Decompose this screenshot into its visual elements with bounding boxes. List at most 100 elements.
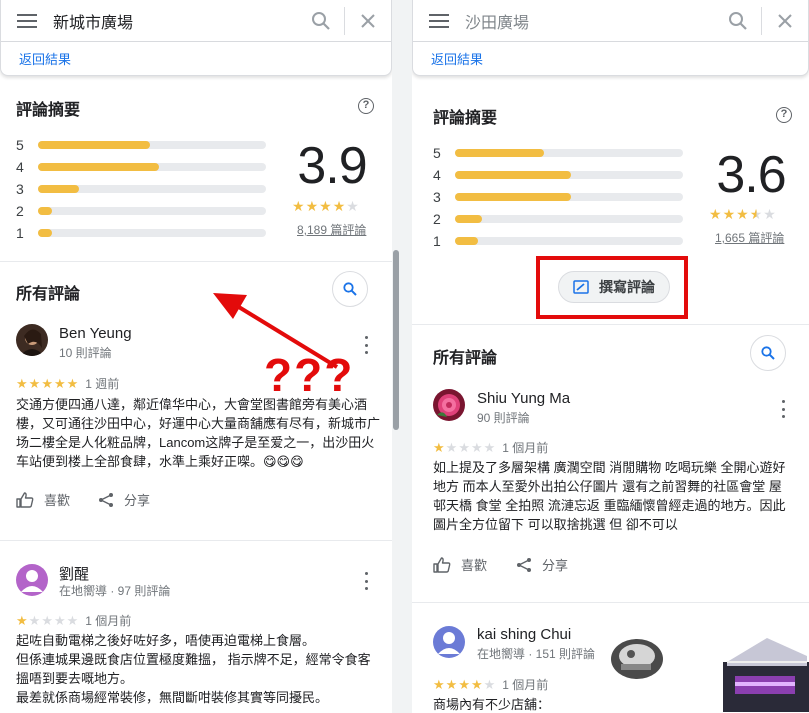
star-icon: ★ [736,206,750,222]
write-review-button[interactable]: 撰寫評論 [558,271,670,303]
help-icon[interactable]: ? [776,107,792,123]
edit-review-icon [573,280,589,294]
write-review-label: 撰寫評論 [599,279,655,295]
rating-bar-fill [38,207,52,215]
review-photo-thumbnail[interactable] [607,634,667,684]
back-bar: 返回結果 [0,42,392,76]
reviewer-name[interactable]: 劉醒 [59,563,89,584]
divider [412,602,809,603]
rating-bar-track [455,193,683,201]
avatar[interactable] [16,564,48,596]
review-date: 1 個月前 [502,678,549,692]
search-button[interactable] [298,0,344,42]
star-icon: ★ [458,677,471,692]
star-icon: ★ [66,613,80,628]
star-icon: ★ [470,440,484,455]
star-icon: ★ [709,206,723,222]
more-options-icon[interactable] [776,400,790,418]
average-rating-stars: ★★★★★ [709,206,777,223]
back-bar: 返回結果 [412,42,809,76]
search-button[interactable] [715,0,761,42]
avatar[interactable] [16,324,48,356]
rating-bar-fill [455,237,478,245]
rating-bar-track [38,141,266,149]
star-icon: ★ [458,440,471,455]
more-options-icon[interactable] [359,336,373,354]
menu-icon [429,13,449,28]
all-reviews-title: 所有評論 [16,286,81,303]
rating-bar-fill [38,229,52,237]
review-date: 1 個月前 [502,441,549,455]
thumbs-up-icon [433,556,451,573]
like-button[interactable]: 喜歡 [16,490,70,509]
help-icon[interactable]: ? [358,98,374,114]
star-icon: ★ [483,440,497,455]
rating-bar-track [455,215,683,223]
share-button[interactable]: 分享 [98,490,150,509]
star-icon: ★ [66,376,80,391]
menu-button[interactable] [1,0,53,42]
rating-bar-row: 3 [433,186,683,208]
share-button[interactable]: 分享 [516,555,568,574]
reviewer-name[interactable]: kai shing Chui [477,626,571,643]
rating-bar-row: 5 [16,134,266,156]
star-icon: ★ [433,677,446,692]
star-icon: ★ [53,376,67,391]
rating-histogram: 5 4 3 2 1 [16,134,276,244]
rating-bar-label: 3 [16,181,24,197]
star-icon: ★ [445,440,459,455]
avatar[interactable] [433,626,465,658]
share-label: 分享 [542,558,569,573]
reviewer-meta: 在地嚮導 · 97 則評論 [59,584,171,598]
rating-bar-track [38,229,266,237]
back-to-results-link[interactable]: 返回結果 [19,49,71,68]
rating-bar-row: 2 [16,200,266,222]
clear-search-button[interactable] [762,0,808,42]
review-count-link[interactable]: 8,189 篇評論 [297,221,366,238]
rating-bar-fill [38,185,79,193]
star-icon: ★ [722,206,737,222]
search-input[interactable] [53,11,298,30]
rating-bar-row: 1 [16,222,266,244]
clear-search-button[interactable] [345,0,391,42]
star-icon: ★ [763,206,777,222]
star-icon: ★ [53,613,67,628]
avatar[interactable] [433,389,465,421]
search-icon [761,346,775,360]
review-photo-thumbnail[interactable] [717,632,809,712]
star-icon: ★ [305,198,320,214]
share-icon [517,557,531,572]
review-text-line: 但係連城果邊既食店位置極度難搵， 指示牌不足，經常令食客搵唔到要去嘅地方。 [16,652,371,686]
average-rating: 3.6 [716,146,786,204]
more-options-icon[interactable] [359,572,373,590]
review-count-link[interactable]: 1,665 篇評論 [715,229,784,246]
rating-bar-row: 4 [16,156,266,178]
search-bar [0,0,392,42]
search-reviews-button[interactable] [750,335,786,371]
rating-bar-label: 5 [16,137,24,153]
rating-bar-track [38,185,266,193]
reviewer-name[interactable]: Shiu Yung Ma [477,390,570,407]
rating-bar-fill [38,141,150,149]
search-icon [729,11,747,30]
star-icon: ★ [16,613,29,628]
divider [0,261,392,262]
like-button[interactable]: 喜歡 [433,555,487,574]
reviewer-name[interactable]: Ben Yeung [59,325,132,342]
search-icon [312,11,330,30]
reviewer-meta: 在地嚮導 · 151 則評論 [477,647,596,661]
review-stars: ★★★★★ 1 個月前 [433,676,548,693]
average-rating: 3.9 [297,137,367,195]
star-icon: ★ [16,376,29,391]
rating-bar-label: 2 [16,203,24,219]
share-icon [99,492,113,507]
right-panel: 返回結果 評論摘要 ? 54321 3.6 ★★★★★ 1,665 篇評論 撰寫… [412,0,809,713]
search-input[interactable] [465,11,715,30]
scrollbar[interactable] [393,250,399,430]
star-icon: ★ [445,677,459,692]
star-icon: ★ [41,613,54,628]
back-to-results-link[interactable]: 返回結果 [431,49,483,68]
review-date: 1 個月前 [85,614,132,628]
menu-button[interactable] [413,0,465,42]
review-summary-title: 評論摘要 [433,110,498,127]
